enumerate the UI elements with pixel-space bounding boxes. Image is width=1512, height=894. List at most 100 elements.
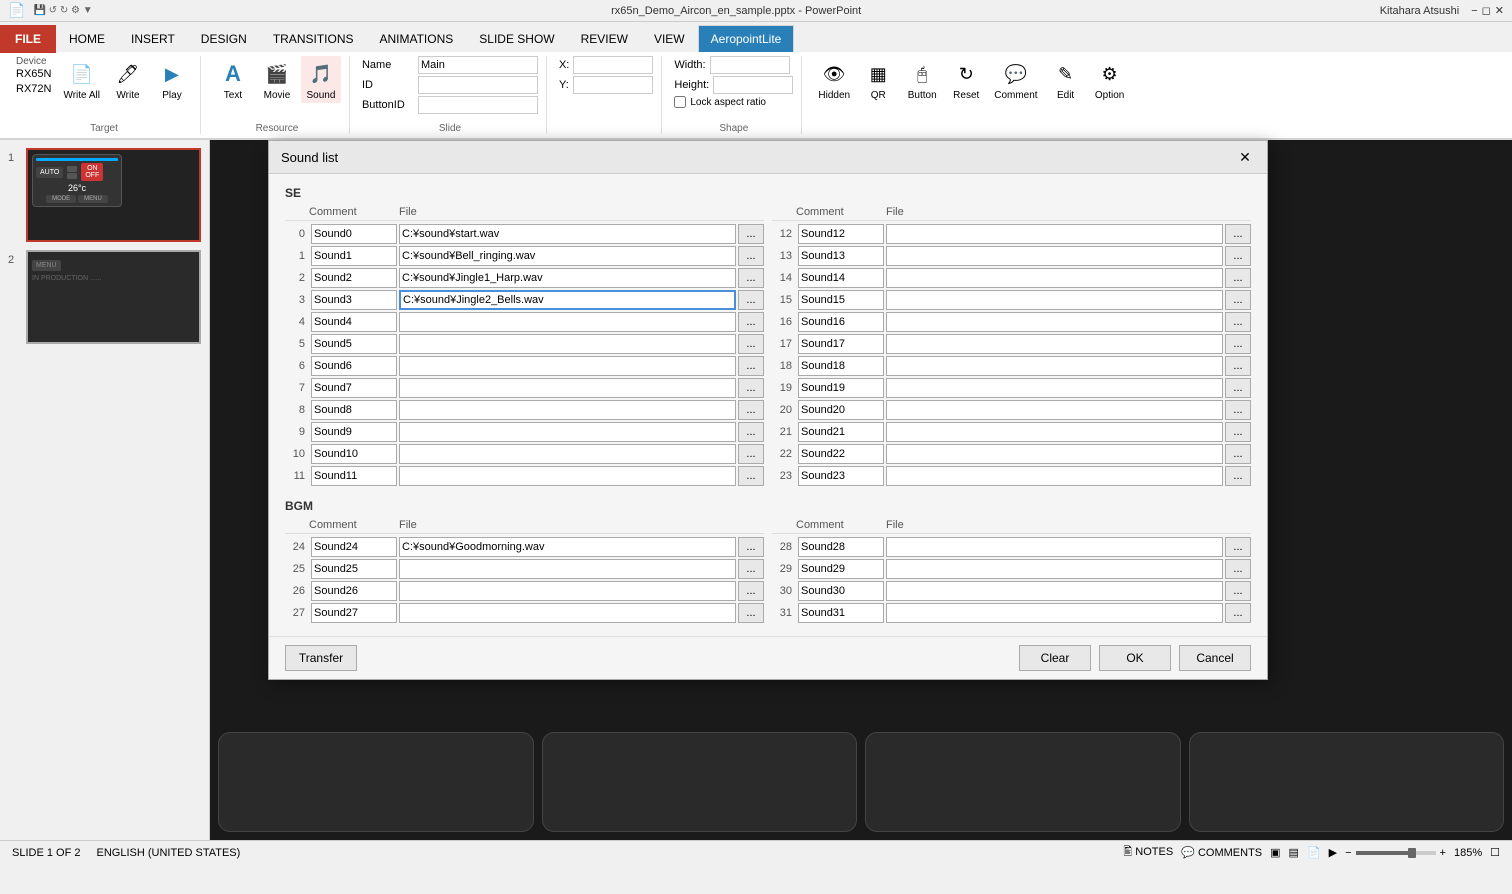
tab-home[interactable]: HOME: [56, 25, 118, 53]
sound-file-22[interactable]: [886, 444, 1223, 464]
browse-btn-12[interactable]: ...: [1225, 224, 1251, 244]
sound-file-12[interactable]: [886, 224, 1223, 244]
sound-comment-3[interactable]: [311, 290, 397, 310]
browse-btn-10[interactable]: ...: [738, 444, 764, 464]
sound-comment-20[interactable]: [798, 400, 884, 420]
browse-btn-18[interactable]: ...: [1225, 356, 1251, 376]
browse-btn-15[interactable]: ...: [1225, 290, 1251, 310]
zoom-slider[interactable]: − +: [1345, 847, 1446, 859]
sound-comment-7[interactable]: [311, 378, 397, 398]
name-input[interactable]: [418, 56, 538, 74]
sound-comment-29[interactable]: [798, 559, 884, 579]
sound-comment-17[interactable]: [798, 334, 884, 354]
sound-file-27[interactable]: [399, 603, 736, 623]
sound-comment-13[interactable]: [798, 246, 884, 266]
sound-comment-28[interactable]: [798, 537, 884, 557]
view-reading[interactable]: 📄: [1307, 846, 1321, 859]
tab-design[interactable]: DESIGN: [188, 25, 260, 53]
sound-file-28[interactable]: [886, 537, 1223, 557]
sound-file-30[interactable]: [886, 581, 1223, 601]
sound-comment-9[interactable]: [311, 422, 397, 442]
lock-aspect-checkbox[interactable]: [674, 96, 686, 108]
hidden-button[interactable]: 👁 Hidden: [814, 56, 854, 103]
slide-thumbnail-2[interactable]: MENU IN PRODUCTION ......: [26, 250, 201, 344]
fit-button[interactable]: ☐: [1490, 846, 1500, 859]
browse-btn-9[interactable]: ...: [738, 422, 764, 442]
sound-comment-23[interactable]: [798, 466, 884, 486]
tab-insert[interactable]: INSERT: [118, 25, 188, 53]
browse-btn-14[interactable]: ...: [1225, 268, 1251, 288]
width-input[interactable]: [710, 56, 790, 74]
sound-file-24[interactable]: [399, 537, 736, 557]
sound-comment-11[interactable]: [311, 466, 397, 486]
browse-btn-2[interactable]: ...: [738, 268, 764, 288]
sound-file-18[interactable]: [886, 356, 1223, 376]
slide-thumbnail-1[interactable]: AUTO ONOFF 26°c MODE MENU: [26, 148, 201, 242]
sound-file-3[interactable]: [399, 290, 736, 310]
sound-comment-18[interactable]: [798, 356, 884, 376]
sound-comment-10[interactable]: [311, 444, 397, 464]
browse-btn-22[interactable]: ...: [1225, 444, 1251, 464]
sound-comment-24[interactable]: [311, 537, 397, 557]
sound-comment-15[interactable]: [798, 290, 884, 310]
sound-comment-19[interactable]: [798, 378, 884, 398]
browse-btn-28[interactable]: ...: [1225, 537, 1251, 557]
sound-file-6[interactable]: [399, 356, 736, 376]
browse-btn-3[interactable]: ...: [738, 290, 764, 310]
browse-btn-26[interactable]: ...: [738, 581, 764, 601]
sound-comment-5[interactable]: [311, 334, 397, 354]
sound-file-2[interactable]: [399, 268, 736, 288]
tab-slideshow[interactable]: SLIDE SHOW: [466, 25, 567, 53]
sound-comment-4[interactable]: [311, 312, 397, 332]
sound-file-11[interactable]: [399, 466, 736, 486]
sound-file-7[interactable]: [399, 378, 736, 398]
sound-comment-30[interactable]: [798, 581, 884, 601]
comments-button[interactable]: 💬 COMMENTS: [1181, 846, 1262, 859]
sound-comment-12[interactable]: [798, 224, 884, 244]
sound-comment-14[interactable]: [798, 268, 884, 288]
x-input[interactable]: [573, 56, 653, 74]
dialog-close-button[interactable]: ✕: [1235, 147, 1255, 167]
sound-file-31[interactable]: [886, 603, 1223, 623]
browse-btn-31[interactable]: ...: [1225, 603, 1251, 623]
sound-file-23[interactable]: [886, 466, 1223, 486]
sound-file-26[interactable]: [399, 581, 736, 601]
sound-comment-0[interactable]: [311, 224, 397, 244]
browse-btn-29[interactable]: ...: [1225, 559, 1251, 579]
browse-btn-11[interactable]: ...: [738, 466, 764, 486]
write-button[interactable]: 🖊 Write: [108, 56, 148, 103]
option-button[interactable]: ⚙ Option: [1090, 56, 1130, 103]
tab-view[interactable]: VIEW: [641, 25, 698, 53]
sound-list-dialog[interactable]: Sound list ✕ SE Comment File Comment Fil…: [268, 140, 1268, 680]
edit-button[interactable]: ✎ Edit: [1046, 56, 1086, 103]
y-input[interactable]: [573, 76, 653, 94]
transfer-button[interactable]: Transfer: [285, 645, 357, 671]
view-slide-sorter[interactable]: ▤: [1289, 846, 1299, 859]
browse-btn-1[interactable]: ...: [738, 246, 764, 266]
sound-comment-31[interactable]: [798, 603, 884, 623]
browse-btn-30[interactable]: ...: [1225, 581, 1251, 601]
sound-file-25[interactable]: [399, 559, 736, 579]
sound-file-10[interactable]: [399, 444, 736, 464]
reset-button[interactable]: ↻ Reset: [946, 56, 986, 103]
browse-btn-6[interactable]: ...: [738, 356, 764, 376]
sound-comment-2[interactable]: [311, 268, 397, 288]
qr-button[interactable]: ▦ QR: [858, 56, 898, 103]
browse-btn-20[interactable]: ...: [1225, 400, 1251, 420]
browse-btn-5[interactable]: ...: [738, 334, 764, 354]
sound-comment-26[interactable]: [311, 581, 397, 601]
movie-button[interactable]: 🎬 Movie: [257, 56, 297, 103]
sound-file-17[interactable]: [886, 334, 1223, 354]
ok-button[interactable]: OK: [1099, 645, 1171, 671]
clear-button[interactable]: Clear: [1019, 645, 1091, 671]
slide-thumb-1[interactable]: 1 AUTO ONOFF 26°c: [8, 148, 201, 242]
sound-file-15[interactable]: [886, 290, 1223, 310]
browse-btn-8[interactable]: ...: [738, 400, 764, 420]
sound-file-13[interactable]: [886, 246, 1223, 266]
sound-comment-1[interactable]: [311, 246, 397, 266]
sound-file-16[interactable]: [886, 312, 1223, 332]
sound-button[interactable]: 🎵 Sound: [301, 56, 341, 103]
notes-button[interactable]: 🖺 NOTES: [1123, 843, 1173, 862]
sound-file-4[interactable]: [399, 312, 736, 332]
play-button[interactable]: ▶ Play: [152, 56, 192, 103]
